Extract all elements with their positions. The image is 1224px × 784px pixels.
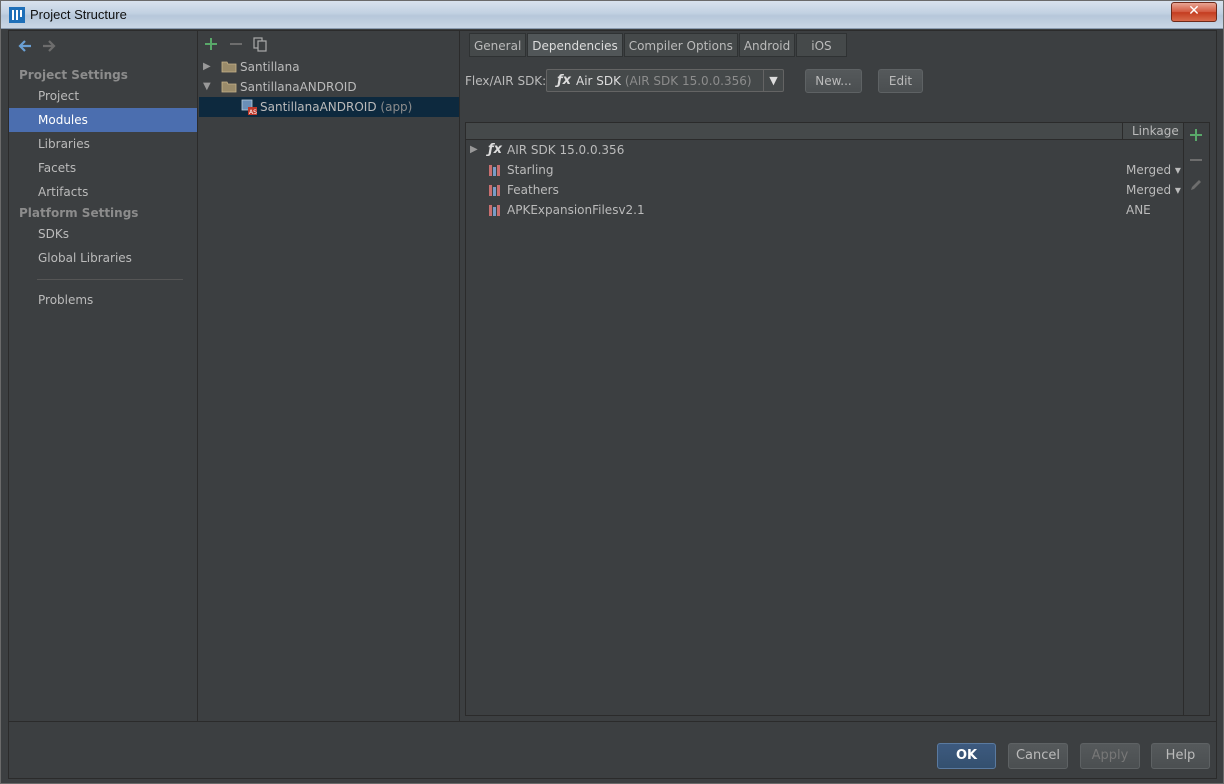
intellij-icon xyxy=(9,7,25,23)
tree-node-santillana[interactable]: ▶ Santillana xyxy=(199,57,459,77)
new-sdk-button[interactable]: New... xyxy=(805,69,862,93)
nav-item-modules[interactable]: Modules xyxy=(9,108,197,132)
module-tree: ▶ Santillana ▼ SantillanaANDROID AS Sant… xyxy=(199,31,460,721)
close-button[interactable]: ✕ xyxy=(1171,2,1217,22)
sdk-value-detail: (AIR SDK 15.0.0.356) xyxy=(621,74,752,88)
add-icon[interactable] xyxy=(203,36,219,52)
linkage-dropdown[interactable]: Merged ▾ xyxy=(1126,160,1181,180)
nav-item-problems[interactable]: Problems xyxy=(9,288,197,312)
dependency-row[interactable]: APKExpansionFilesv2.1 ANE xyxy=(466,200,1183,220)
ok-button[interactable]: OK xyxy=(937,743,996,769)
library-icon xyxy=(489,185,500,196)
folder-icon xyxy=(221,81,237,93)
project-settings-header: Project Settings xyxy=(19,68,128,82)
linkage-value: ANE xyxy=(1126,203,1151,217)
tree-node-santillanaandroid[interactable]: ▼ SantillanaANDROID xyxy=(199,77,459,97)
sdk-label: Flex/AIR SDK: xyxy=(465,74,547,88)
linkage-dropdown[interactable]: Merged ▾ xyxy=(1126,180,1181,200)
air-app-icon: AS xyxy=(241,99,257,115)
add-icon[interactable] xyxy=(1188,127,1204,143)
dependency-name: AIR SDK 15.0.0.356 xyxy=(507,143,625,157)
fx-sdk-icon: ƒx xyxy=(557,73,572,88)
dependency-name: APKExpansionFilesv2.1 xyxy=(507,203,645,217)
window-title: Project Structure xyxy=(30,7,127,22)
remove-icon[interactable] xyxy=(228,36,244,52)
title-bar[interactable]: Project Structure ✕ xyxy=(1,1,1223,29)
platform-settings-header: Platform Settings xyxy=(19,206,139,220)
arrow-left-icon[interactable] xyxy=(17,39,33,53)
edit-icon[interactable] xyxy=(1188,177,1204,193)
remove-icon[interactable] xyxy=(1188,152,1204,168)
footer-divider xyxy=(9,721,1216,722)
tree-node-label: SantillanaANDROID xyxy=(260,100,377,114)
tab-general[interactable]: General xyxy=(469,33,527,57)
nav-item-facets[interactable]: Facets xyxy=(9,156,197,180)
dependency-row[interactable]: ▶ ƒx AIR SDK 15.0.0.356 xyxy=(466,140,1183,160)
dependency-name: Starling xyxy=(507,163,554,177)
module-settings-panel: General Dependencies Compiler Options An… xyxy=(461,31,1217,721)
chevron-down-icon[interactable]: ▼ xyxy=(763,70,783,91)
expand-arrow-icon[interactable]: ▶ xyxy=(203,57,211,77)
tab-ios[interactable]: iOS xyxy=(796,33,847,57)
tab-dependencies[interactable]: Dependencies xyxy=(527,33,623,57)
copy-icon[interactable] xyxy=(252,36,268,52)
module-tabs: General Dependencies Compiler Options An… xyxy=(469,33,848,57)
sdk-dropdown[interactable]: ƒx Air SDK (AIR SDK 15.0.0.356) ▼ xyxy=(546,69,784,92)
dependencies-table: Linkage ▶ ƒx AIR SDK 15.0.0.356 Starling… xyxy=(465,122,1184,716)
library-icon xyxy=(489,165,500,176)
collapse-arrow-icon[interactable]: ▼ xyxy=(203,77,211,97)
project-structure-dialog: Project Structure ✕ Project Settings Pro… xyxy=(0,0,1224,784)
arrow-right-icon[interactable] xyxy=(41,39,57,53)
expand-arrow-icon[interactable]: ▶ xyxy=(470,140,478,160)
linkage-column-header[interactable]: Linkage xyxy=(1132,124,1179,138)
dialog-content: Project Settings Project Modules Librari… xyxy=(8,30,1217,779)
sdk-value: Air SDK xyxy=(576,74,622,88)
table-header: Linkage xyxy=(466,123,1183,140)
folder-icon xyxy=(221,61,237,73)
dependency-toolbar xyxy=(1183,122,1210,716)
tree-node-label: Santillana xyxy=(240,60,300,74)
nav-item-project[interactable]: Project xyxy=(9,84,197,108)
dependency-name: Feathers xyxy=(507,183,559,197)
edit-sdk-button[interactable]: Edit xyxy=(878,69,923,93)
tab-android[interactable]: Android xyxy=(738,33,796,57)
dependency-row[interactable]: Starling Merged ▾ xyxy=(466,160,1183,180)
nav-item-sdks[interactable]: SDKs xyxy=(9,222,197,246)
nav-item-global-libraries[interactable]: Global Libraries xyxy=(9,246,197,270)
tree-node-label: SantillanaANDROID xyxy=(240,80,357,94)
tree-node-app-module[interactable]: AS SantillanaANDROID (app) xyxy=(199,97,459,117)
nav-item-artifacts[interactable]: Artifacts xyxy=(9,180,197,204)
help-button[interactable]: Help xyxy=(1151,743,1210,769)
fx-sdk-icon: ƒx xyxy=(488,142,503,157)
cancel-button[interactable]: Cancel xyxy=(1008,743,1068,769)
tab-compiler-options[interactable]: Compiler Options xyxy=(623,33,738,57)
dependency-row[interactable]: Feathers Merged ▾ xyxy=(466,180,1183,200)
apply-button[interactable]: Apply xyxy=(1080,743,1140,769)
tree-node-suffix: (app) xyxy=(376,100,413,114)
svg-text:AS: AS xyxy=(249,109,257,115)
settings-nav: Project Settings Project Modules Librari… xyxy=(9,31,198,721)
library-icon xyxy=(489,205,500,216)
nav-item-libraries[interactable]: Libraries xyxy=(9,132,197,156)
nav-divider xyxy=(37,279,183,280)
